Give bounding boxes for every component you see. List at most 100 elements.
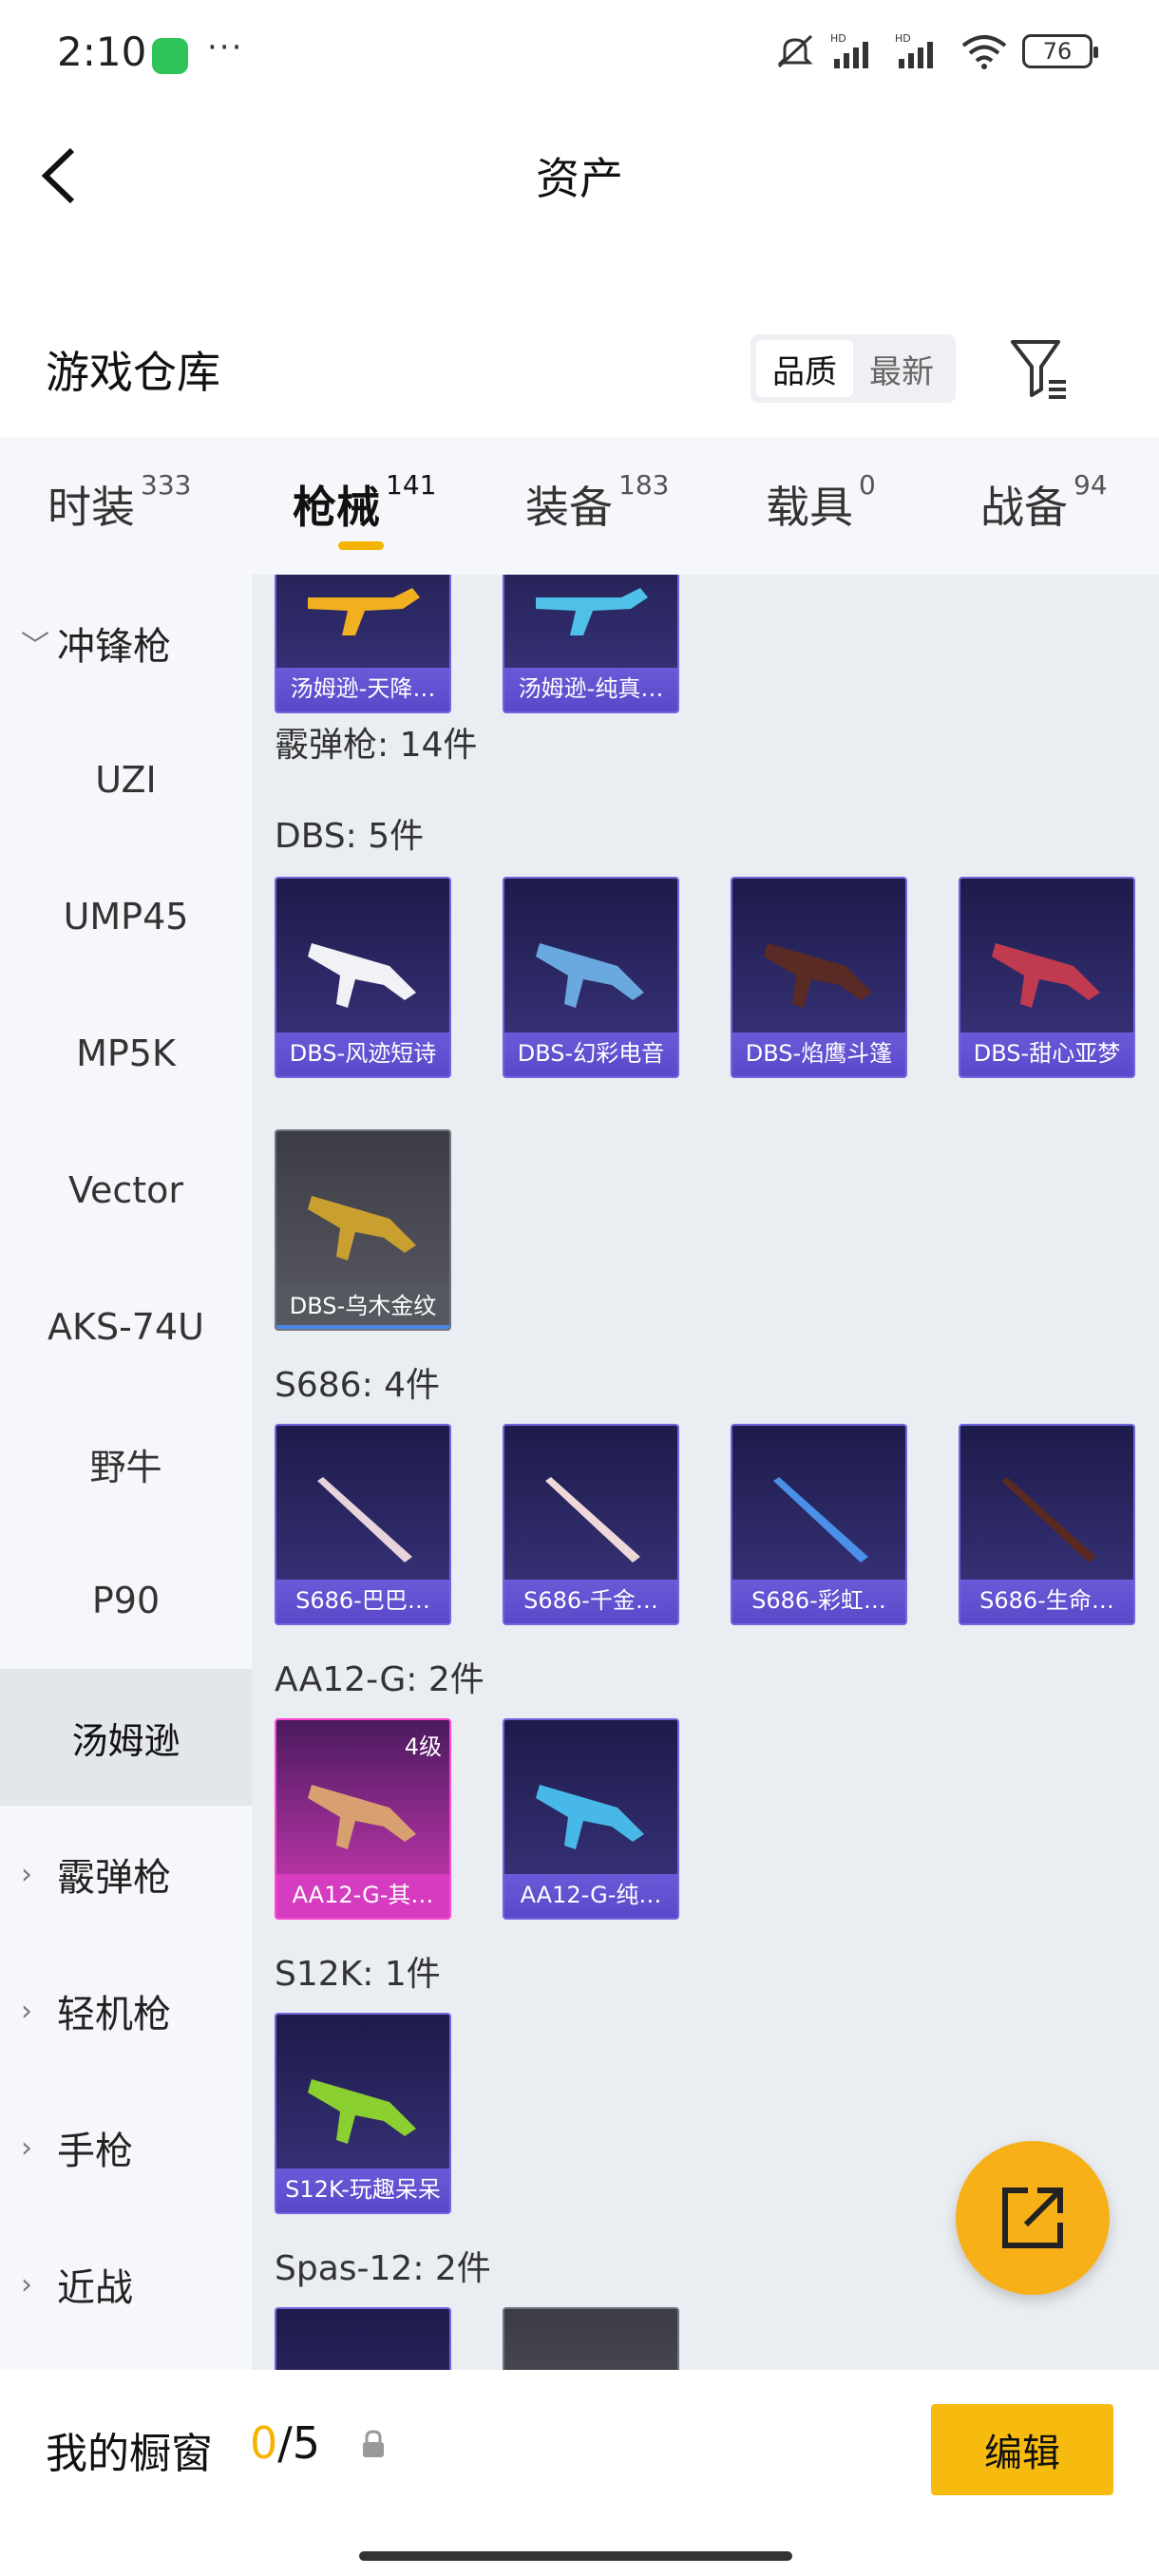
- tab-firearms[interactable]: 枪械 141: [293, 469, 436, 536]
- sidebar-item-uzi[interactable]: UZI: [0, 711, 252, 848]
- weapon-thumbnail-icon: [308, 1196, 416, 1260]
- weapon-name: S686-彩虹…: [732, 1580, 905, 1623]
- weapon-card[interactable]: 汤姆逊-天降…: [275, 575, 451, 713]
- weapon-card[interactable]: S686-生命…: [959, 1424, 1135, 1625]
- sidebar-item-shotgun[interactable]: › 霰弹枪: [0, 1806, 252, 1942]
- weapon-thumbnail-icon: [992, 943, 1100, 1008]
- page-title: 资产: [536, 153, 623, 204]
- sidebar-item-label: MP5K: [76, 1032, 176, 1074]
- tab-label: 载具: [766, 482, 853, 533]
- weapon-card[interactable]: S686-千金…: [503, 1424, 679, 1625]
- chevron-right-icon: ›: [21, 1994, 32, 2028]
- status-bar: 2:10 ··· HD HD 76: [0, 0, 1159, 104]
- sidebar-item-label: UZI: [95, 759, 157, 801]
- active-tab-indicator: [338, 541, 384, 550]
- weapon-card[interactable]: S686-彩虹…: [731, 1424, 907, 1625]
- filter-button[interactable]: [1007, 334, 1072, 403]
- sort-toggle: 品质 最新: [750, 334, 956, 403]
- mute-icon: [777, 34, 813, 68]
- sidebar-item-thompson[interactable]: 汤姆逊: [0, 1669, 252, 1806]
- tab-equipment[interactable]: 装备 183: [525, 469, 669, 536]
- weapon-thumbnail-icon: [317, 1477, 412, 1563]
- chevron-right-icon: ›: [21, 2267, 32, 2301]
- sidebar-item-label: 野牛: [89, 1446, 162, 1488]
- signal-icon-2: HD: [895, 32, 933, 68]
- sidebar-item-pistol[interactable]: › 手枪: [0, 2079, 252, 2216]
- tab-label: 装备: [525, 482, 613, 533]
- tab-vehicles[interactable]: 载具 0: [766, 469, 876, 536]
- weapon-thumbnail-icon: [536, 588, 648, 635]
- group-label-s686: S686: 4件: [275, 1366, 441, 1405]
- weapon-grid: 汤姆逊-天降… 汤姆逊-纯真… 霰弹枪: 14件 DBS: 5件 DBS-风迹短…: [252, 575, 1159, 2370]
- sidebar-item-smg[interactable]: ﹀ 冲锋枪: [0, 575, 252, 711]
- weapon-thumbnail-icon: [308, 1785, 416, 1849]
- showcase-current: 0: [250, 2417, 278, 2469]
- lock-icon: [363, 2430, 384, 2457]
- tab-fashion[interactable]: 时装 333: [48, 469, 191, 536]
- sidebar-item-p90[interactable]: P90: [0, 1532, 252, 1669]
- tab-label: 枪械: [293, 482, 380, 533]
- battery-indicator: 76: [1022, 34, 1098, 68]
- share-fab-button[interactable]: [956, 2141, 1110, 2295]
- sidebar-item-label: 霰弹枪: [57, 1856, 171, 1900]
- svg-text:HD: HD: [830, 32, 846, 45]
- weapon-card[interactable]: S686-巴巴…: [275, 1424, 451, 1625]
- weapon-card[interactable]: 4级 AA12-G-其…: [275, 1718, 451, 1920]
- category-total-label: 霰弹枪: 14件: [275, 726, 478, 765]
- tab-count: 94: [1074, 469, 1108, 501]
- weapon-name: S686-生命…: [960, 1580, 1133, 1623]
- wifi-icon: [961, 35, 1007, 69]
- weapon-name: DBS-焰鹰斗篷: [732, 1032, 905, 1076]
- weapon-card[interactable]: 汤姆逊-纯真…: [503, 575, 679, 713]
- chevron-right-icon: ›: [21, 1857, 32, 1891]
- weapon-thumbnail-icon: [308, 2079, 416, 2144]
- sidebar-item-label: P90: [91, 1580, 161, 1621]
- sort-quality-button[interactable]: 品质: [756, 340, 853, 397]
- weapon-thumbnail-icon: [773, 1477, 868, 1563]
- sidebar-item-aks74u[interactable]: AKS-74U: [0, 1259, 252, 1395]
- sidebar-item-melee[interactable]: › 近战: [0, 2216, 252, 2353]
- weapon-thumbnail-icon: [536, 943, 644, 1008]
- tab-count: 0: [859, 469, 876, 501]
- weapon-card[interactable]: DBS-焰鹰斗篷: [731, 877, 907, 1078]
- sidebar-item-vector[interactable]: Vector: [0, 1122, 252, 1259]
- group-label-spas12: Spas-12: 2件: [275, 2249, 491, 2288]
- app-notification-icon: [152, 38, 188, 74]
- weapon-thumbnail-icon: [536, 1785, 644, 1849]
- weapon-name: DBS-甜心亚梦: [960, 1032, 1133, 1076]
- weapon-name: S686-巴巴…: [276, 1580, 449, 1623]
- home-indicator: [359, 2551, 792, 2561]
- group-label-aa12g: AA12-G: 2件: [275, 1660, 484, 1699]
- weapon-card[interactable]: DBS-幻彩电音: [503, 877, 679, 1078]
- group-label-dbs: DBS: 5件: [275, 817, 425, 856]
- filter-icon: [1011, 340, 1066, 399]
- edit-button[interactable]: 编辑: [931, 2404, 1113, 2495]
- sidebar-item-label: AKS-74U: [48, 1306, 204, 1348]
- external-link-icon: [1002, 2188, 1063, 2248]
- weapon-card[interactable]: DBS-乌木金纹: [275, 1129, 451, 1331]
- weapon-card[interactable]: DBS-风迹短诗: [275, 877, 451, 1078]
- tab-supplies[interactable]: 战备 94: [980, 469, 1108, 536]
- weapon-name: S686-千金…: [504, 1580, 677, 1623]
- weapon-card[interactable]: [503, 2307, 679, 2370]
- tab-label: 战备: [980, 482, 1068, 533]
- weapon-name: 汤姆逊-纯真…: [504, 668, 677, 711]
- weapon-card[interactable]: AA12-G-纯…: [503, 1718, 679, 1920]
- sidebar-item-lmg[interactable]: › 轻机枪: [0, 1942, 252, 2079]
- sort-newest-button[interactable]: 最新: [853, 340, 950, 397]
- svg-text:HD: HD: [895, 32, 911, 45]
- chevron-down-icon: ﹀: [21, 630, 49, 663]
- showcase-label: 我的橱窗: [46, 2430, 213, 2478]
- tab-count: 141: [386, 469, 437, 501]
- sidebar-item-label: Vector: [67, 1169, 184, 1211]
- signal-icon: HD: [830, 32, 868, 68]
- showcase-bar: 我的橱窗 0/5 编辑: [0, 2370, 1159, 2576]
- weapon-name: AA12-G-其…: [276, 1874, 449, 1918]
- sidebar-item-mp5k[interactable]: MP5K: [0, 985, 252, 1122]
- weapon-card[interactable]: DBS-甜心亚梦: [959, 877, 1135, 1078]
- weapon-card[interactable]: [275, 2307, 451, 2370]
- group-label-s12k: S12K: 1件: [275, 1955, 441, 1994]
- weapon-card[interactable]: S12K-玩趣呆呆: [275, 2013, 451, 2214]
- sidebar-item-ump45[interactable]: UMP45: [0, 848, 252, 985]
- sidebar-item-bizon[interactable]: 野牛: [0, 1395, 252, 1532]
